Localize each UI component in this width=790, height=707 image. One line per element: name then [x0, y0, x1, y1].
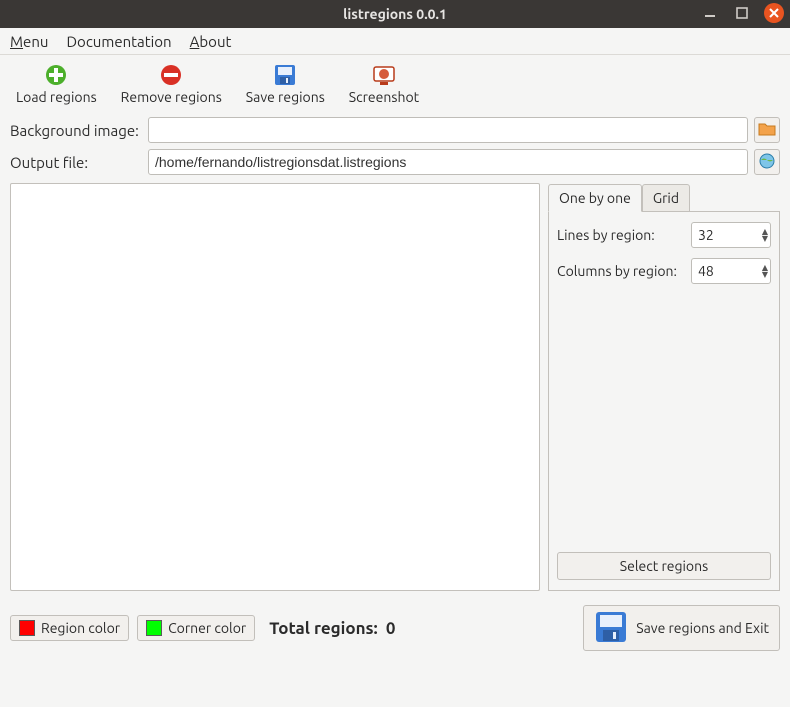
close-button[interactable]	[764, 3, 784, 23]
menubar: Menu Documentation About	[0, 28, 790, 55]
output-file-input[interactable]	[148, 149, 748, 175]
maximize-button[interactable]	[732, 3, 752, 23]
tab-grid[interactable]: Grid	[642, 184, 690, 212]
tab-content: Lines by region: 32 ▲ ▼ Columns by regio…	[548, 212, 780, 591]
browse-image-button[interactable]	[754, 117, 780, 143]
background-image-row: Background image:	[10, 117, 780, 143]
stepper-arrows[interactable]: ▲ ▼	[762, 228, 768, 242]
output-file-row: Output file:	[10, 149, 780, 175]
titlebar: listregions 0.0.1	[0, 0, 790, 28]
toolbar-label: Load regions	[16, 89, 97, 105]
columns-value: 48	[698, 263, 714, 279]
main-area: One by one Grid Lines by region: 32 ▲ ▼ …	[0, 183, 790, 591]
side-panel: One by one Grid Lines by region: 32 ▲ ▼ …	[548, 183, 780, 591]
menu-documentation[interactable]: Documentation	[66, 33, 171, 50]
menu-menu[interactable]: Menu	[10, 33, 48, 50]
columns-by-region-row: Columns by region: 48 ▲ ▼	[557, 258, 771, 284]
corner-color-label: Corner color	[168, 620, 246, 636]
screenshot-icon	[372, 63, 396, 87]
region-color-swatch	[19, 620, 35, 636]
window-title: listregions 0.0.1	[343, 6, 447, 22]
columns-by-region-input[interactable]: 48 ▲ ▼	[691, 258, 771, 284]
total-regions-value: 0	[386, 619, 396, 638]
select-regions-button[interactable]: Select regions	[557, 552, 771, 580]
browse-output-button[interactable]	[754, 149, 780, 175]
footer: Region color Corner color Total regions:…	[0, 591, 790, 665]
load-regions-button[interactable]: Load regions	[14, 61, 99, 107]
preview-canvas[interactable]	[10, 183, 540, 591]
tab-one-by-one[interactable]: One by one	[548, 184, 642, 212]
toolbar: Load regions Remove regions Save regions…	[0, 55, 790, 113]
corner-color-swatch	[146, 620, 162, 636]
screenshot-button[interactable]: Screenshot	[347, 61, 421, 107]
total-regions: Total regions: 0	[269, 619, 395, 638]
lines-by-region-row: Lines by region: 32 ▲ ▼	[557, 222, 771, 248]
toolbar-label: Save regions	[246, 89, 325, 105]
stepper-arrows[interactable]: ▲ ▼	[762, 264, 768, 278]
menu-about[interactable]: About	[190, 33, 232, 50]
lines-value: 32	[698, 227, 714, 243]
lines-by-region-label: Lines by region:	[557, 227, 655, 243]
tabs: One by one Grid	[548, 183, 780, 212]
chevron-down-icon: ▼	[762, 271, 768, 278]
remove-regions-button[interactable]: Remove regions	[119, 61, 224, 107]
background-image-label: Background image:	[10, 122, 142, 139]
globe-file-icon	[758, 152, 776, 173]
background-image-input[interactable]	[148, 117, 748, 143]
minus-icon	[159, 63, 183, 87]
plus-icon	[44, 63, 68, 87]
save-and-exit-button[interactable]: Save regions and Exit	[583, 605, 780, 651]
save-icon	[594, 610, 628, 647]
columns-by-region-label: Columns by region:	[557, 263, 677, 279]
save-and-exit-label: Save regions and Exit	[636, 620, 769, 636]
output-file-label: Output file:	[10, 154, 142, 171]
toolbar-label: Remove regions	[121, 89, 222, 105]
form-area: Background image: Output file:	[0, 113, 790, 179]
toolbar-label: Screenshot	[349, 89, 419, 105]
minimize-button[interactable]	[700, 3, 720, 23]
region-color-label: Region color	[41, 620, 120, 636]
region-color-button[interactable]: Region color	[10, 615, 129, 641]
window-controls	[700, 3, 784, 23]
lines-by-region-input[interactable]: 32 ▲ ▼	[691, 222, 771, 248]
save-icon	[273, 63, 297, 87]
corner-color-button[interactable]: Corner color	[137, 615, 255, 641]
save-regions-button[interactable]: Save regions	[244, 61, 327, 107]
chevron-down-icon: ▼	[762, 235, 768, 242]
folder-icon	[758, 121, 776, 140]
